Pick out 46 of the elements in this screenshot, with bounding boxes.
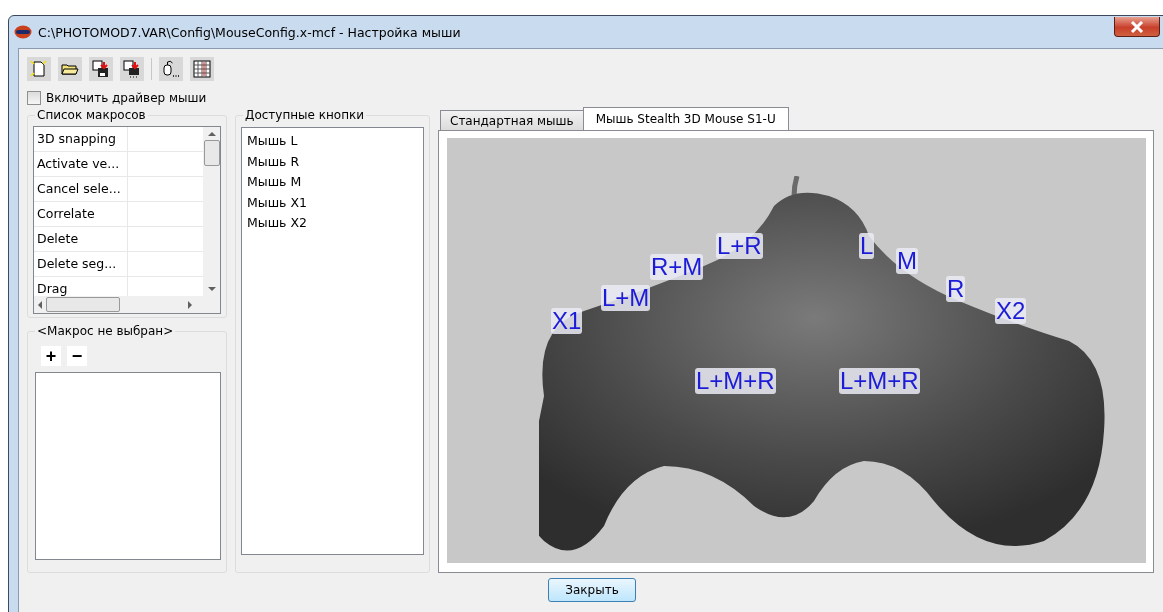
- button-label: L: [859, 233, 875, 259]
- table-cell[interactable]: 3D snapping: [34, 127, 128, 151]
- button-label: M: [896, 248, 918, 274]
- button-label: L+M+R: [839, 368, 920, 394]
- list-item[interactable]: Мышь M: [247, 172, 418, 193]
- list-item[interactable]: Мышь X1: [247, 192, 418, 213]
- table-cell[interactable]: Correlate: [34, 202, 128, 226]
- button-label: X2: [995, 298, 1027, 324]
- close-icon: [1130, 20, 1144, 33]
- table-cell[interactable]: Delete seg...: [34, 252, 128, 276]
- app-icon: [14, 25, 32, 39]
- window-title: C:\PHOTOMOD7.VAR\Config\MouseConfig.x-mcf - Настройка мыши: [38, 24, 461, 40]
- add-button[interactable]: +: [41, 346, 61, 366]
- vertical-scrollbar[interactable]: [203, 127, 220, 296]
- group-title: <Макрос не выбран>: [36, 324, 175, 338]
- button-label: R: [946, 276, 966, 302]
- buttons-list[interactable]: Мышь L Мышь R Мышь M Мышь X1 Мышь X2: [241, 127, 424, 555]
- group-title: Список макросов: [36, 108, 147, 122]
- button-label: R+M: [650, 254, 704, 280]
- checkbox-label: Включить драйвер мыши: [46, 91, 207, 105]
- table-cell[interactable]: Cancel sele...: [34, 177, 128, 201]
- tab[interactable]: Мышь Stealth 3D Mouse S1-U: [582, 107, 789, 130]
- mouse-icon[interactable]: [159, 57, 183, 81]
- button-label: L+M: [601, 285, 651, 311]
- new-file-icon[interactable]: [27, 57, 51, 81]
- table-icon[interactable]: [190, 57, 214, 81]
- horizontal-scrollbar[interactable]: [34, 296, 220, 313]
- remove-button[interactable]: −: [67, 346, 87, 366]
- save-icon[interactable]: [89, 57, 113, 81]
- close-dialog-button[interactable]: Закрыть: [548, 578, 636, 602]
- list-item[interactable]: Мышь L: [247, 131, 418, 152]
- checkbox[interactable]: [27, 91, 41, 105]
- macro-list[interactable]: 3D snapping Activate ve... Cancel sele... Correlate Delete Delete seg... Drag: [33, 126, 221, 314]
- button-label: L+R: [716, 233, 763, 259]
- group-title: Доступные кнопки: [244, 108, 366, 122]
- macro-text-field[interactable]: [35, 372, 221, 560]
- table-cell[interactable]: Delete: [34, 227, 128, 251]
- close-button[interactable]: [1114, 17, 1160, 37]
- tab[interactable]: Стандартная мышь: [440, 110, 584, 130]
- list-item[interactable]: Мышь X2: [247, 213, 418, 234]
- table-cell[interactable]: Activate ve...: [34, 152, 128, 176]
- folder-icon[interactable]: [58, 57, 82, 81]
- list-item[interactable]: Мышь R: [247, 151, 418, 172]
- button-label: L+M+R: [695, 368, 776, 394]
- button-label: X1: [551, 308, 583, 334]
- save-as-icon[interactable]: [120, 57, 144, 81]
